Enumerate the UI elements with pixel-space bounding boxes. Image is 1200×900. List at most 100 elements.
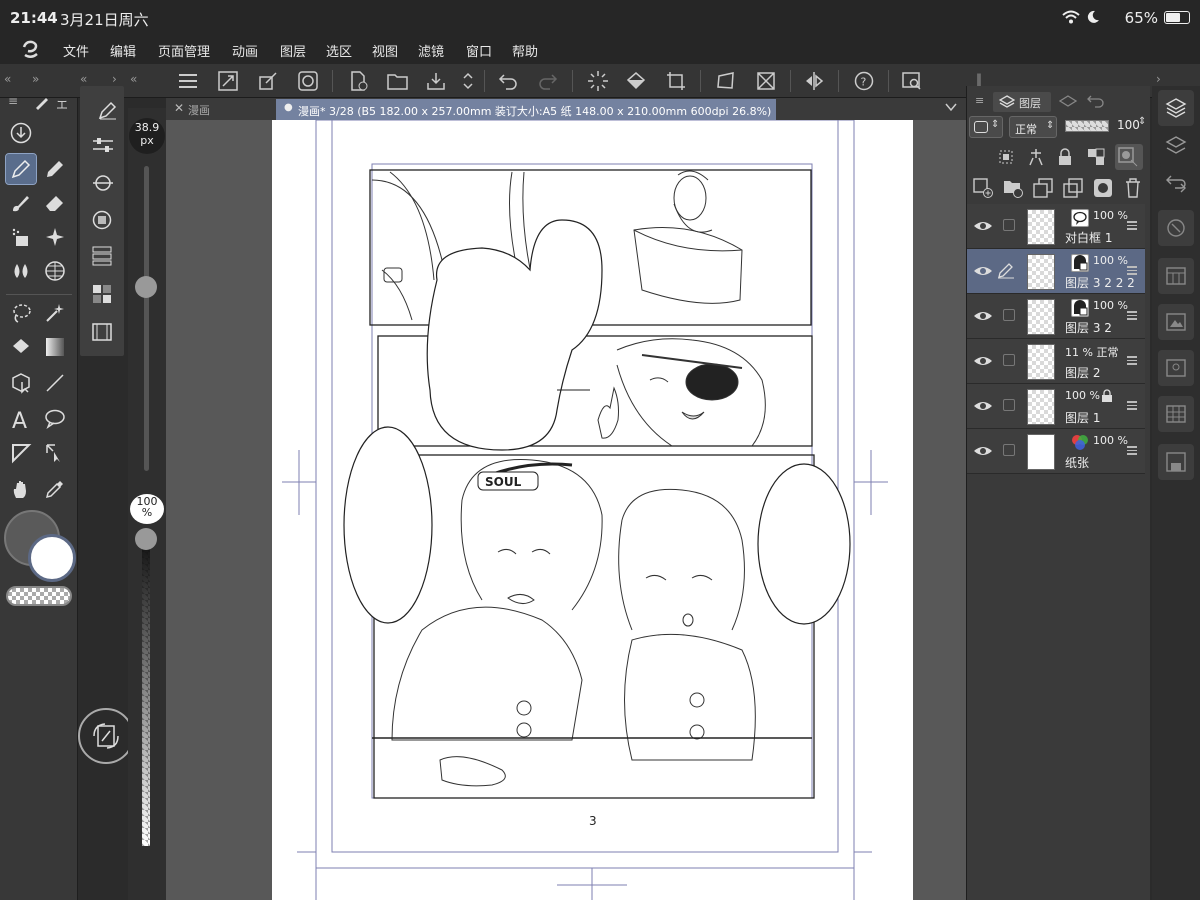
brush-tool-icon[interactable] bbox=[6, 188, 36, 218]
layer-row[interactable]: 100 % 图层 3 2 bbox=[967, 294, 1145, 339]
object-select-tool-icon[interactable] bbox=[6, 368, 36, 398]
redo-icon[interactable] bbox=[534, 67, 562, 95]
layer-panel-button[interactable] bbox=[1158, 90, 1194, 126]
layer-row[interactable]: 11 % 正常 图层 2 bbox=[967, 339, 1145, 384]
layer-row-selected[interactable]: 100 % 图层 3 2 2 2 bbox=[967, 249, 1145, 294]
layer-select-checkbox[interactable] bbox=[1003, 354, 1015, 366]
transparent-color-swatch[interactable] bbox=[6, 586, 72, 606]
new-folder-icon[interactable] bbox=[1003, 178, 1023, 198]
palette-menu-icon[interactable]: ≡ bbox=[8, 94, 18, 108]
brush-tab-icon[interactable] bbox=[34, 96, 50, 110]
layer-property-button[interactable] bbox=[1158, 128, 1194, 164]
transform-icon[interactable] bbox=[254, 67, 282, 95]
close-tab-icon[interactable]: ✕ bbox=[174, 101, 184, 115]
download-icon[interactable] bbox=[6, 118, 36, 148]
tab-manga[interactable]: 漫画 bbox=[188, 102, 210, 118]
menu-help[interactable]: 帮助 bbox=[512, 41, 538, 60]
collapse-left-icon[interactable]: « bbox=[4, 72, 11, 86]
new-raster-layer-icon[interactable] bbox=[973, 178, 993, 198]
gradient-tool-icon[interactable] bbox=[40, 332, 70, 362]
stepper-icon[interactable] bbox=[454, 67, 482, 95]
layer-row[interactable]: 100 % 纸张 bbox=[967, 429, 1145, 474]
frame-divide-tool-icon[interactable] bbox=[6, 438, 36, 468]
delete-layer-icon[interactable] bbox=[1125, 178, 1141, 198]
layer-property-tab-icon[interactable] bbox=[1059, 95, 1077, 109]
color-circle-icon[interactable] bbox=[92, 210, 112, 230]
airbrush-tool-icon[interactable] bbox=[6, 222, 36, 252]
pencil-tool-icon[interactable] bbox=[40, 154, 70, 184]
material-pattern-button[interactable] bbox=[1158, 396, 1194, 432]
brush-size-knob[interactable] bbox=[135, 276, 157, 298]
menu-selection[interactable]: 选区 bbox=[326, 41, 352, 60]
tab-active[interactable]: ● 漫画* 3/28 (B5 182.00 x 257.00mm 装订大小:A5… bbox=[276, 99, 776, 120]
ruler-tool-icon[interactable] bbox=[40, 438, 70, 468]
sparkle-tool-icon[interactable] bbox=[40, 222, 70, 252]
pen-tool-icon[interactable] bbox=[5, 153, 37, 185]
drag-handle-icon[interactable] bbox=[1127, 309, 1137, 321]
brush-size-track[interactable] bbox=[144, 166, 149, 471]
reference-layer-icon[interactable] bbox=[1027, 148, 1045, 166]
menu-view[interactable]: 视图 bbox=[372, 41, 398, 60]
merge-layer-icon[interactable] bbox=[1063, 178, 1083, 198]
eye-icon[interactable] bbox=[973, 217, 993, 235]
history-tab-icon[interactable] bbox=[1087, 94, 1105, 108]
eyedropper-tool-icon[interactable] bbox=[40, 474, 70, 504]
layer-color-select[interactable]: ⇕ bbox=[969, 116, 1003, 138]
app-logo-icon[interactable] bbox=[20, 39, 42, 61]
layer-select-checkbox[interactable] bbox=[1003, 309, 1015, 321]
help-icon[interactable]: ? bbox=[850, 67, 878, 95]
history-button[interactable] bbox=[1158, 166, 1194, 202]
fill-tool-icon[interactable] bbox=[6, 332, 36, 362]
tool-tab-label[interactable]: エ bbox=[56, 96, 68, 113]
clear-icon[interactable] bbox=[584, 67, 612, 95]
drag-handle-icon[interactable] bbox=[1127, 354, 1137, 366]
menu-animation[interactable]: 动画 bbox=[232, 41, 258, 60]
speech-balloon-tool-icon[interactable] bbox=[40, 404, 70, 434]
save-material-button[interactable] bbox=[1158, 444, 1194, 480]
blend-tool-icon[interactable] bbox=[6, 256, 36, 286]
mesh-transform-icon[interactable] bbox=[752, 67, 780, 95]
menu-file[interactable]: 文件 bbox=[63, 41, 89, 60]
drag-handle-icon[interactable] bbox=[1127, 219, 1137, 231]
eye-icon[interactable] bbox=[973, 442, 993, 460]
tab-layers[interactable]: 图层 bbox=[993, 92, 1051, 112]
layer-mask-icon[interactable] bbox=[1093, 178, 1113, 198]
line-tool-icon[interactable] bbox=[40, 368, 70, 398]
save-icon[interactable] bbox=[422, 67, 450, 95]
layer-select-checkbox[interactable] bbox=[1003, 399, 1015, 411]
layer-select-checkbox[interactable] bbox=[1003, 219, 1015, 231]
pen-edit-icon[interactable] bbox=[997, 261, 1015, 279]
collapse-right-panel-icon[interactable]: › bbox=[1156, 72, 1161, 86]
navigator-icon[interactable] bbox=[898, 67, 926, 95]
panel-menu-icon[interactable]: ≡ bbox=[975, 94, 984, 107]
manga-page[interactable]: SOUL 3 bbox=[272, 120, 913, 900]
menu-page-management[interactable]: 页面管理 bbox=[158, 41, 210, 60]
chevron-down-icon[interactable] bbox=[944, 100, 958, 114]
color-history-icon[interactable] bbox=[92, 284, 112, 304]
clip-icon[interactable] bbox=[997, 148, 1015, 166]
eye-icon[interactable] bbox=[973, 307, 993, 325]
color-set-icon[interactable] bbox=[92, 246, 112, 266]
material-panel-button[interactable] bbox=[1158, 258, 1194, 294]
hand-tool-icon[interactable] bbox=[6, 474, 36, 504]
menu-layer[interactable]: 图层 bbox=[280, 41, 306, 60]
material-image-button[interactable] bbox=[1158, 304, 1194, 340]
blend-mode-select[interactable]: 正常 ⇕ bbox=[1009, 116, 1057, 138]
drag-handle-icon[interactable] bbox=[1127, 444, 1137, 456]
navigator-button[interactable] bbox=[1158, 210, 1194, 246]
frame-border-tool-icon[interactable] bbox=[40, 256, 70, 286]
expand-sub-icon[interactable]: › bbox=[112, 72, 117, 86]
lasso-fill-icon[interactable] bbox=[294, 67, 322, 95]
flip-horizontal-icon[interactable] bbox=[800, 67, 828, 95]
new-file-icon[interactable] bbox=[344, 67, 372, 95]
drag-handle-icon[interactable] bbox=[1127, 264, 1137, 276]
timeline-icon[interactable] bbox=[92, 322, 112, 342]
fill-bucket-icon[interactable] bbox=[622, 67, 650, 95]
collapse-slider-icon[interactable]: « bbox=[130, 72, 137, 86]
drag-handle-icon[interactable] bbox=[1127, 399, 1137, 411]
layer-row[interactable]: 100 % 图层 1 bbox=[967, 384, 1145, 429]
panel-grip-icon[interactable]: ‖ bbox=[976, 72, 982, 86]
lasso-tool-icon[interactable] bbox=[6, 298, 36, 328]
magic-wand-tool-icon[interactable] bbox=[40, 298, 70, 328]
eraser-tool-icon[interactable] bbox=[40, 188, 70, 218]
